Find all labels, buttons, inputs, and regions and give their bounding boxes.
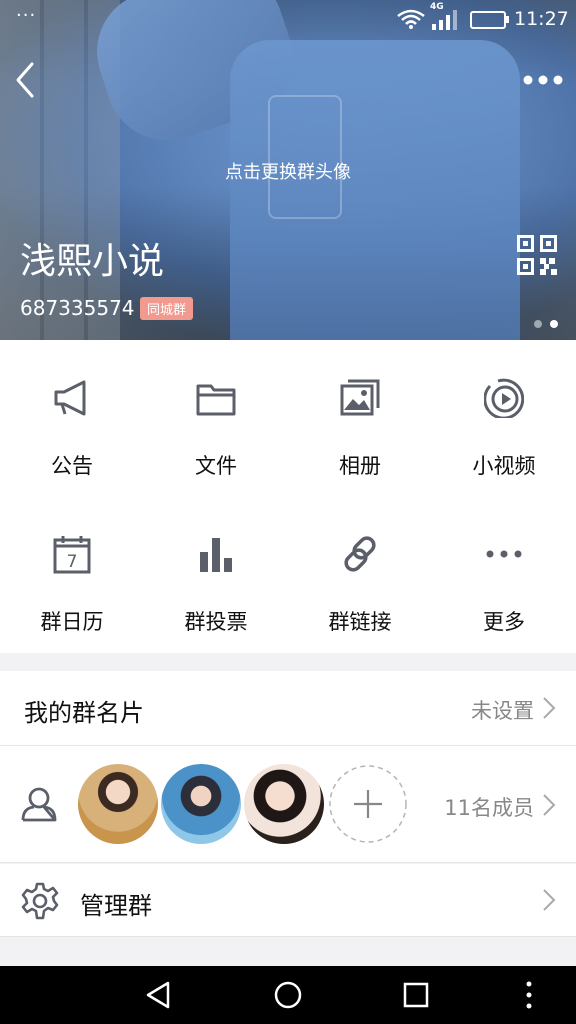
bar-chart-icon: [200, 538, 232, 572]
my-group-card-title: 我的群名片: [24, 699, 144, 727]
link-icon: [344, 536, 376, 572]
feature-label: 更多: [483, 610, 525, 634]
folder-icon: [196, 384, 236, 416]
local-group-badge: 同城群: [140, 297, 194, 320]
member-avatar[interactable]: [161, 764, 241, 844]
clock: 11:27: [514, 8, 569, 30]
pager-dot: [534, 320, 542, 328]
add-member-button[interactable]: [328, 764, 408, 844]
feature-label: 群日历: [40, 610, 104, 634]
feature-label: 公告: [51, 454, 93, 478]
feature-label: 文件: [195, 454, 237, 478]
my-group-card-row[interactable]: 我的群名片 未设置: [0, 671, 576, 746]
nav-recents-icon[interactable]: [401, 980, 431, 1010]
member-count: 11名成员: [444, 796, 534, 820]
feature-short-video[interactable]: 小视频: [432, 340, 576, 496]
calendar-day: 7: [67, 552, 78, 572]
nav-menu-icon[interactable]: [514, 980, 544, 1010]
more-icon: [486, 550, 522, 558]
manage-group-title: 管理群: [80, 892, 152, 920]
status-bar: ··· 4G 11:27: [0, 0, 576, 40]
notification-dots: ···: [16, 5, 37, 26]
group-id: 687335574: [20, 296, 135, 320]
my-group-card-value: 未设置: [471, 699, 534, 723]
chevron-right-icon: [543, 697, 556, 719]
system-nav-bar: [0, 966, 576, 1024]
feature-label: 群投票: [184, 610, 248, 634]
nav-back-icon[interactable]: [144, 980, 174, 1010]
qr-code-icon[interactable]: [517, 235, 557, 275]
members-icon: [21, 787, 57, 822]
cover-image-pocket: [268, 95, 342, 219]
nav-home-icon[interactable]: [273, 980, 303, 1010]
feature-group-calendar[interactable]: 7 群日历: [0, 496, 144, 652]
pager-dot-active: [550, 320, 558, 328]
feature-grid: 公告 文件 相册 小视频 7 群日历 群投票 群链接 更多: [0, 340, 576, 653]
manage-group-row[interactable]: 管理群: [0, 864, 576, 937]
battery-icon: [470, 11, 509, 29]
feature-album[interactable]: 相册: [288, 340, 432, 496]
change-avatar-hint[interactable]: 点击更换群头像: [0, 158, 576, 184]
wifi-icon: [397, 9, 425, 29]
signal-icon: [432, 10, 457, 30]
megaphone-icon: [54, 380, 86, 416]
feature-files[interactable]: 文件: [144, 340, 288, 496]
more-options-icon[interactable]: [522, 70, 564, 90]
feature-label: 相册: [339, 454, 381, 478]
group-name: 浅熙小说: [20, 241, 165, 282]
feature-announcement[interactable]: 公告: [0, 340, 144, 496]
feature-label: 小视频: [472, 454, 536, 478]
feature-group-vote[interactable]: 群投票: [144, 496, 288, 652]
feature-label: 群链接: [328, 610, 392, 634]
chevron-right-icon: [543, 889, 556, 911]
gear-icon: [21, 882, 59, 920]
member-avatar[interactable]: [78, 764, 158, 844]
feature-group-link[interactable]: 群链接: [288, 496, 432, 652]
member-avatar[interactable]: [244, 764, 324, 844]
back-arrow-icon[interactable]: [10, 60, 44, 100]
members-row[interactable]: 11名成员: [0, 746, 576, 863]
feature-more[interactable]: 更多: [432, 496, 576, 652]
cover-pager: [526, 313, 558, 332]
calendar-icon: 7: [53, 536, 91, 574]
video-icon: [484, 378, 524, 418]
chevron-right-icon: [543, 794, 556, 816]
album-icon: [340, 379, 380, 416]
